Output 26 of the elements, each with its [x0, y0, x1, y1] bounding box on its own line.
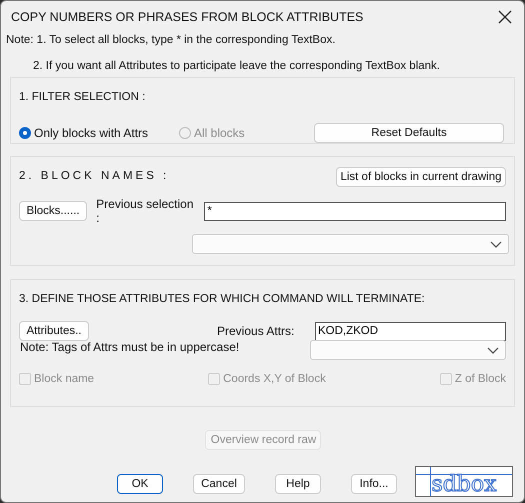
radio-option[interactable]: Only blocks with Attrs [19, 126, 179, 140]
field-label: Previous Attrs: [217, 324, 296, 338]
dialog-button[interactable]: OK [117, 474, 163, 494]
blocks-button[interactable]: Blocks...... [19, 201, 88, 221]
dropdown[interactable] [192, 234, 509, 254]
dialog-button[interactable]: Cancel [193, 474, 245, 494]
dropdown[interactable] [310, 340, 506, 360]
input-field[interactable]: KOD,ZKOD [315, 322, 506, 340]
close-icon[interactable] [498, 10, 512, 24]
attributes-button[interactable]: Attributes.. [19, 321, 89, 341]
note-text: Note: 1. To select all blocks, type * in the corresponding TextBox. [5, 33, 336, 48]
note-text: Note: Tags of Attrs must be in uppercase! [20, 340, 240, 354]
section-heading: 2. BLOCK NAMES : [19, 169, 170, 183]
reset-defaults-button[interactable]: Reset Defaults [314, 123, 504, 143]
sdbox-logo: sdbox [415, 466, 513, 497]
chevron-down-icon [487, 347, 499, 354]
note-text: 2. If you want all Attributes to participate leave the corresponding TextBox blank. [32, 59, 441, 74]
input-field[interactable]: * [204, 202, 506, 220]
dialog-button[interactable]: Info... [351, 474, 397, 494]
section-heading: 1. FILTER SELECTION : [19, 90, 146, 104]
window-title: COPY NUMBERS OR PHRASES FROM BLOCK ATTRIBUTES [11, 10, 364, 24]
field-label: Previous selection : [96, 197, 195, 225]
section-heading: 3. DEFINE THOSE ATTRIBUTES FOR WHICH COMMAND WILL TERMINATE: [19, 292, 426, 306]
chevron-down-icon [490, 241, 502, 248]
dialog-button[interactable]: Help [275, 474, 321, 494]
list-blocks-button[interactable]: List of blocks in current drawing [336, 167, 506, 187]
